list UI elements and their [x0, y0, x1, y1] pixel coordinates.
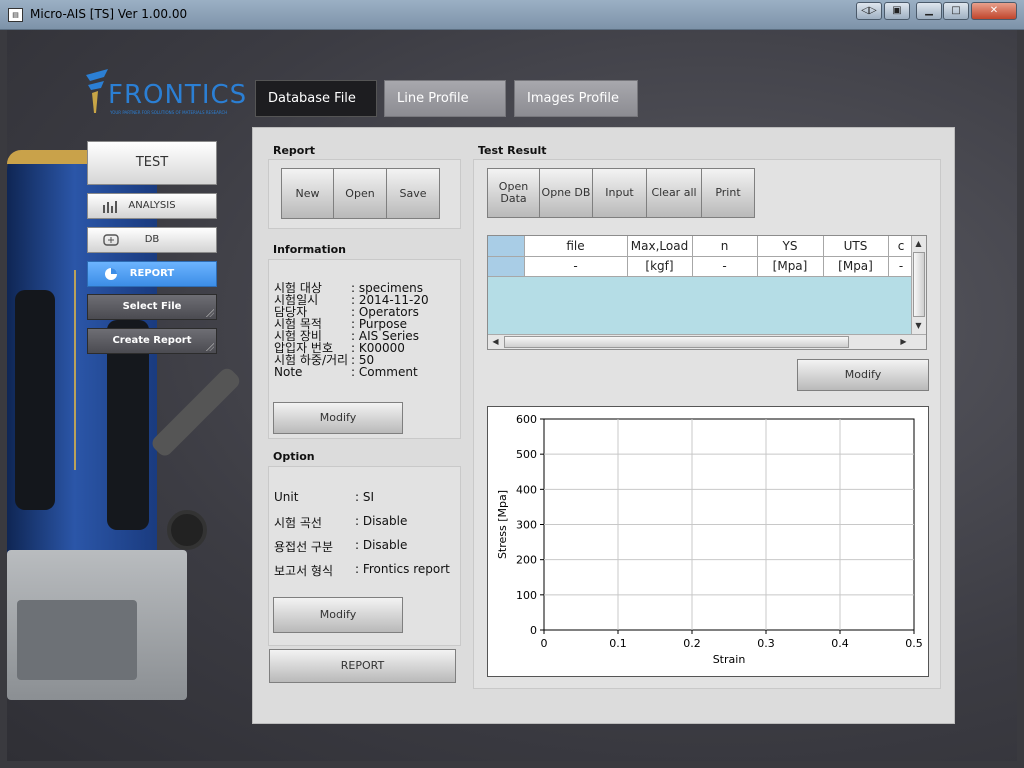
title-bar: ▤ Micro-AIS [TS] Ver 1.00.00 ◁▷ ▣ ▁ □ ✕ [0, 0, 1024, 30]
grid-header-row: file Max,Load n YS UTS c [488, 236, 915, 257]
grid-corner [488, 236, 525, 257]
open-data-button[interactable]: Open Data [487, 168, 540, 218]
app-icon: ▤ [8, 8, 23, 22]
stress-strain-chart: 0 0.1 0.2 0.3 0.4 0.5 0 100 200 300 400 500 600 Strai… [487, 406, 929, 677]
main-panel: Report New Open Save Information 시험 대상: … [252, 127, 955, 724]
grid-horizontal-scrollbar[interactable]: ◀ ▶ [488, 334, 926, 349]
scroll-thumb[interactable] [504, 336, 849, 348]
resize-grip-icon [206, 343, 214, 351]
tab-database-file[interactable]: Database File [255, 80, 377, 117]
x-tick-label: 0.4 [831, 637, 849, 650]
clear-all-button[interactable]: Clear all [646, 168, 702, 218]
save-button[interactable]: Save [386, 168, 440, 219]
y-tick-label: 400 [516, 483, 537, 496]
x-tick-label: 0.5 [905, 637, 923, 650]
nav-db-button[interactable]: DB [87, 227, 217, 253]
restore-tray-button[interactable]: ◁▷ [856, 2, 882, 20]
option-section-label: Option [273, 450, 315, 463]
nav-db-label: DB [144, 234, 160, 245]
report-button[interactable]: REPORT [269, 649, 456, 683]
grid-vertical-scrollbar[interactable]: ▲ ▼ [911, 236, 926, 334]
column-header[interactable]: Max,Load [627, 236, 693, 257]
y-tick-label: 500 [516, 448, 537, 461]
x-axis-label: Strain [713, 653, 746, 666]
test-result-modify-button[interactable]: Modify [797, 359, 929, 391]
scroll-thumb[interactable] [913, 252, 925, 317]
resize-grip-icon [206, 309, 214, 317]
scroll-up-icon[interactable]: ▲ [912, 237, 925, 250]
scroll-right-icon[interactable]: ▶ [897, 335, 910, 348]
nav-analysis-button[interactable]: ANALYSIS [87, 193, 217, 219]
scroll-left-icon[interactable]: ◀ [489, 335, 502, 348]
new-button[interactable]: New [281, 168, 334, 219]
chart-svg: 0 0.1 0.2 0.3 0.4 0.5 0 100 200 300 400 500 600 Strai… [496, 413, 923, 666]
app-client-area: FRONTICS YOUR PARTNER FOR SOLUTIONS OF M… [7, 30, 1017, 761]
table-cell[interactable]: - [692, 256, 758, 277]
option-row: 용접선 구분: Disable [274, 538, 408, 554]
test-result-section-label: Test Result [478, 144, 547, 157]
y-tick-label: 100 [516, 589, 537, 602]
column-header[interactable]: UTS [823, 236, 889, 257]
table-cell[interactable]: [kgf] [627, 256, 693, 277]
column-header[interactable]: file [524, 236, 628, 257]
grid-table: file Max,Load n YS UTS c - [kgf] - [Mpa]… [488, 236, 915, 277]
select-file-button[interactable]: Select File [87, 294, 217, 320]
y-tick-label: 300 [516, 519, 537, 532]
open-button[interactable]: Open [333, 168, 387, 219]
nav-analysis-label: ANALYSIS [128, 200, 176, 211]
grid-unit-row: - [kgf] - [Mpa] [Mpa] - [488, 256, 915, 277]
select-file-label: Select File [122, 301, 182, 312]
option-row: Unit: SI [274, 490, 375, 504]
y-tick-label: 600 [516, 413, 537, 426]
option-row: 보고서 형식: Frontics report [274, 562, 450, 578]
column-header[interactable]: YS [757, 236, 824, 257]
create-report-label: Create Report [112, 335, 192, 346]
y-axis-label: Stress [Mpa] [496, 490, 509, 559]
minimize-button[interactable]: ▁ [916, 2, 942, 20]
option-row: 시험 곡선: Disable [274, 514, 408, 530]
x-tick-label: 0.2 [683, 637, 701, 650]
nav-test-button[interactable]: TEST [87, 141, 217, 185]
y-tick-label: 200 [516, 554, 537, 567]
tab-line-profile[interactable]: Line Profile [384, 80, 506, 117]
scroll-down-icon[interactable]: ▼ [912, 319, 925, 332]
information-modify-button[interactable]: Modify [273, 402, 403, 434]
device-illustration [7, 140, 252, 700]
y-tick-label: 0 [530, 624, 537, 637]
x-tick-label: 0.1 [609, 637, 627, 650]
logo-mark-icon [86, 69, 108, 113]
table-cell[interactable]: - [524, 256, 628, 277]
close-button[interactable]: ✕ [971, 2, 1017, 20]
report-section-label: Report [273, 144, 316, 157]
maximize-button[interactable]: □ [943, 2, 969, 20]
nav-report-button[interactable]: REPORT [87, 261, 217, 287]
column-header[interactable]: n [692, 236, 758, 257]
logo-tagline: YOUR PARTNER FOR SOLUTIONS OF MATERIALS … [110, 110, 228, 115]
opne-db-button[interactable]: Opne DB [539, 168, 593, 218]
option-modify-button[interactable]: Modify [273, 597, 403, 633]
table-cell[interactable]: [Mpa] [823, 256, 889, 277]
test-result-grid[interactable]: file Max,Load n YS UTS c - [kgf] - [Mpa]… [487, 235, 927, 350]
table-cell[interactable]: [Mpa] [757, 256, 824, 277]
logo-text: FRONTICS [108, 80, 248, 110]
input-button[interactable]: Input [592, 168, 647, 218]
x-tick-label: 0 [541, 637, 548, 650]
pin-button[interactable]: ▣ [884, 2, 910, 20]
x-tick-label: 0.3 [757, 637, 775, 650]
print-button[interactable]: Print [701, 168, 755, 218]
tab-images-profile[interactable]: Images Profile [514, 80, 638, 117]
row-header[interactable] [488, 256, 525, 277]
window-title: Micro-AIS [TS] Ver 1.00.00 [30, 7, 188, 21]
frontics-logo: FRONTICS YOUR PARTNER FOR SOLUTIONS OF M… [82, 65, 246, 120]
nav-report-label: REPORT [129, 268, 175, 279]
create-report-button[interactable]: Create Report [87, 328, 217, 354]
information-section-label: Information [273, 243, 346, 256]
